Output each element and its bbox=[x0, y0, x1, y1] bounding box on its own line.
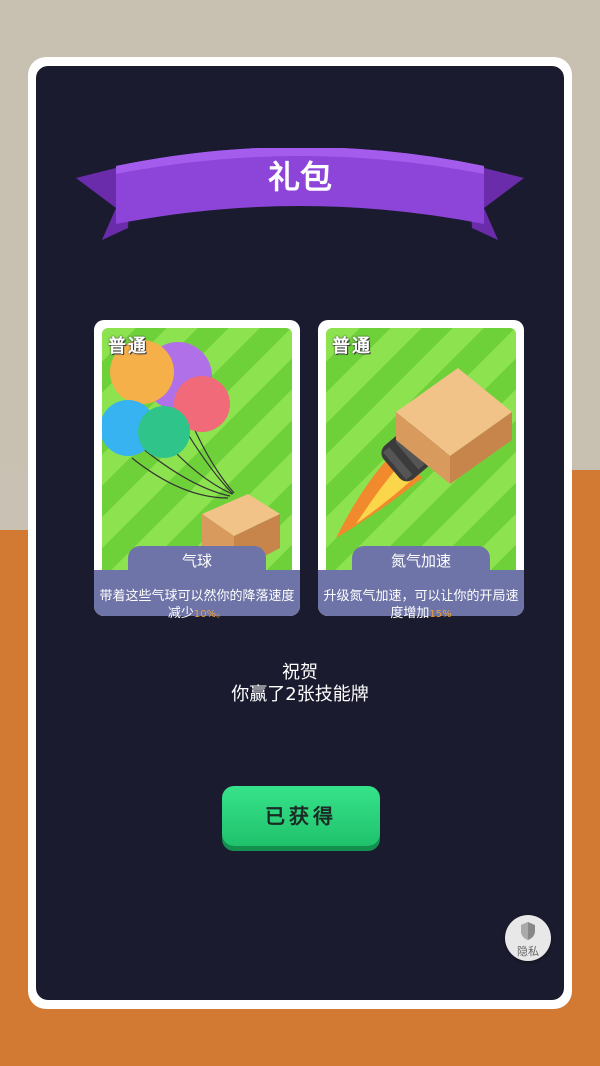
congrats-line-2: 你赢了2张技能牌 bbox=[231, 684, 369, 705]
card-rarity-label: 普通 bbox=[108, 336, 148, 357]
card-art-area: 普通 bbox=[326, 328, 516, 576]
card-art-area: 普通 bbox=[102, 328, 292, 576]
privacy-label: 隐私 bbox=[517, 945, 539, 958]
balloons-box-icon bbox=[102, 340, 280, 572]
card-name: 气球 bbox=[128, 546, 266, 576]
shield-icon bbox=[521, 922, 535, 940]
card-description: 升级氮气加速，可以让你的开局速度增加15% bbox=[318, 570, 524, 621]
congrats-line-1: 祝贺 bbox=[282, 662, 318, 683]
obtained-button[interactable]: 已获得 bbox=[222, 786, 380, 846]
card-description-percent: 15% bbox=[429, 609, 452, 620]
rocket-box-icon bbox=[336, 368, 512, 538]
dialog-title: 礼包 bbox=[267, 158, 332, 196]
card-description-percent: 10%。 bbox=[193, 609, 227, 620]
privacy-button[interactable]: 隐私 bbox=[505, 915, 551, 961]
skill-card-nitro: 普通 升级氮气加速，可以让你的开局速度增加15% 氮气加速 bbox=[318, 320, 524, 621]
skill-card-balloons: 普通 带着这些气球可以然你的降落速度减少10%。 气球 bbox=[94, 320, 300, 621]
congrats-message: 祝贺 你赢了2张技能牌 bbox=[0, 662, 600, 706]
card-description: 带着这些气球可以然你的降落速度减少10%。 bbox=[94, 570, 300, 621]
card-name: 氮气加速 bbox=[352, 546, 490, 576]
card-rarity-label: 普通 bbox=[332, 336, 372, 357]
